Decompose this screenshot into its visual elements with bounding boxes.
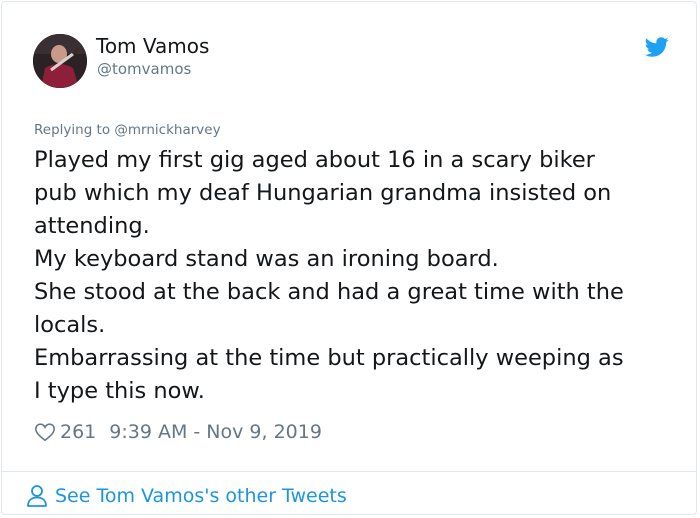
tweet-line: My keyboard stand was an ironing board. <box>34 246 499 272</box>
heart-icon[interactable] <box>34 421 56 443</box>
like-count[interactable]: 261 <box>60 421 96 443</box>
author-name[interactable]: Tom Vamos <box>96 34 209 58</box>
tweet-body: Played my first gig aged about 16 in a s… <box>34 144 684 408</box>
tweet-line: She stood at the back and had a great ti… <box>34 279 624 305</box>
author-handle[interactable]: @tomvamos <box>97 60 191 78</box>
see-other-tweets-label[interactable]: See Tom Vamos's other Tweets <box>55 485 347 507</box>
tweet-line: Embarrassing at the time but practically… <box>34 345 624 371</box>
tweet-line: Played my first gig aged about 16 in a s… <box>34 147 595 173</box>
replying-to: Replying to @mrnickharvey <box>34 122 221 138</box>
replying-prefix: Replying to <box>34 122 115 138</box>
replying-to-link[interactable]: @mrnickharvey <box>114 122 220 138</box>
tweet-line: locals. <box>34 312 106 338</box>
tweet-card: Tom Vamos @tomvamos Replying to @mrnickh… <box>1 1 697 515</box>
tweet-meta: 261 9:39 AM - Nov 9, 2019 <box>34 418 322 446</box>
twitter-bird-icon[interactable] <box>644 35 670 59</box>
tweet-line: I type this now. <box>34 378 205 404</box>
tweet-line: attending. <box>34 213 150 239</box>
avatar[interactable] <box>33 34 87 88</box>
timestamp[interactable]: 9:39 AM - Nov 9, 2019 <box>109 421 322 443</box>
person-icon <box>26 484 48 508</box>
divider <box>2 471 696 472</box>
tweet-line: pub which my deaf Hungarian grandma insi… <box>34 180 612 206</box>
see-other-tweets-link[interactable]: See Tom Vamos's other Tweets <box>26 482 347 510</box>
